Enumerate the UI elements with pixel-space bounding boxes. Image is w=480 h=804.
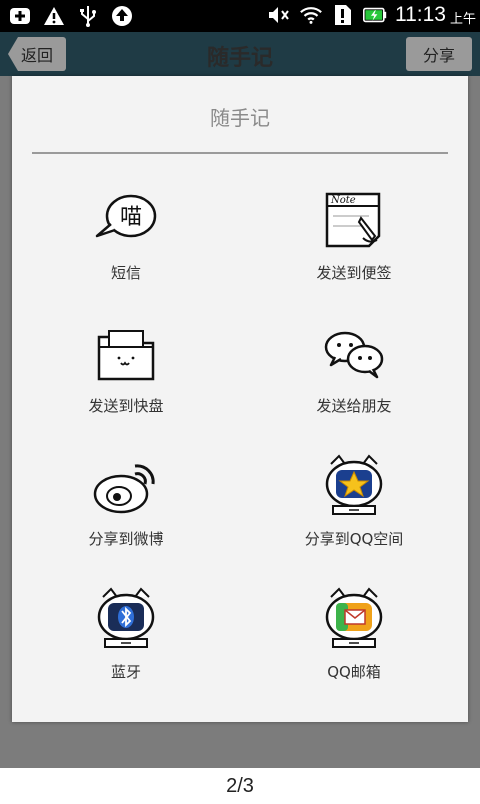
chat-bubbles-icon (324, 331, 384, 379)
share-option-note[interactable]: Note 发送到便签 (240, 184, 468, 317)
wifi-icon (299, 3, 323, 27)
sim-alert-icon (331, 3, 355, 27)
dialog-title: 随手记 (210, 106, 270, 130)
status-ampm: 上午 (449, 11, 476, 27)
note-icon: Note (325, 192, 381, 248)
share-option-label: 发送到便签 (316, 264, 392, 282)
share-option-label: QQ邮箱 (327, 663, 381, 681)
warning-icon (42, 4, 66, 28)
folder-icon (97, 330, 155, 381)
share-option-label: 分享到微博 (88, 530, 164, 548)
weibo-icon (93, 464, 155, 514)
speech-bubble-icon: 喵 (95, 194, 157, 238)
svg-text:喵: 喵 (120, 205, 142, 230)
share-option-sms[interactable]: 喵 短信 (12, 184, 240, 317)
share-option-label: 分享到QQ空间 (304, 530, 404, 548)
share-dialog: 随手记 喵 短信 Note 发送到便签 发送到快盘 发送给朋友 分享到微博 分享… (12, 76, 468, 722)
svg-text:Note: Note (330, 195, 356, 206)
dialog-divider (32, 152, 448, 154)
page-footer: 2/3 (0, 768, 480, 800)
share-option-weibo[interactable]: 分享到微博 (12, 450, 240, 583)
share-option-label: 发送给朋友 (316, 397, 392, 415)
share-option-label: 蓝牙 (110, 663, 141, 681)
status-right-icons: 11:13 上午 (267, 3, 476, 27)
status-left-icons (8, 4, 134, 28)
qzone-icon (325, 454, 383, 515)
battery-charging-icon (362, 3, 387, 27)
mute-icon (267, 3, 291, 27)
page-indicator: 2/3 (226, 775, 254, 797)
bluetooth-icon (97, 587, 155, 648)
app-bar: 返回 随手记 分享 (0, 32, 480, 76)
qq-mail-icon (325, 587, 383, 648)
share-button[interactable]: 分享 (406, 37, 472, 71)
share-option-bluetooth[interactable]: 蓝牙 (12, 583, 240, 716)
share-option-kuaipan[interactable]: 发送到快盘 (12, 317, 240, 450)
upload-icon (110, 4, 134, 28)
share-option-qq-mail[interactable]: QQ邮箱 (240, 583, 468, 716)
status-time: 11:13 (394, 3, 446, 26)
share-option-wechat[interactable]: 发送给朋友 (240, 317, 468, 450)
usb-icon (76, 4, 100, 28)
share-option-label: 发送到快盘 (88, 397, 164, 415)
add-notification-icon (8, 4, 32, 28)
share-option-qzone[interactable]: 分享到QQ空间 (240, 450, 468, 583)
status-bar: 11:13 上午 (0, 0, 480, 32)
share-option-label: 短信 (110, 264, 141, 282)
share-options-grid: 喵 短信 Note 发送到便签 发送到快盘 发送给朋友 分享到微博 分享到QQ空… (12, 184, 468, 716)
